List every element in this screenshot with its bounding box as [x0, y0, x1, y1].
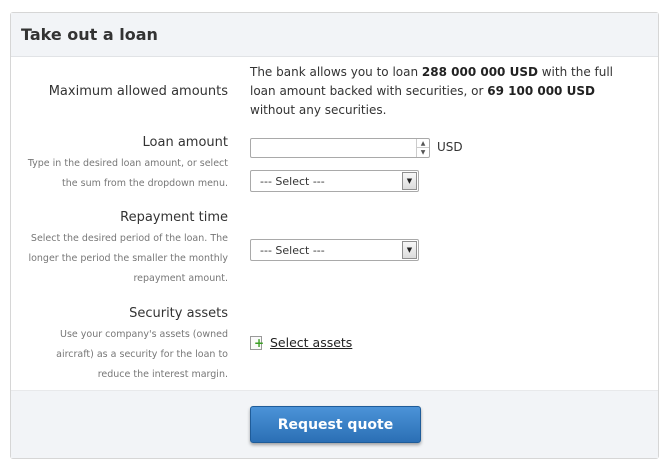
- repayment-help: Select the desired period of the loan. T…: [13, 229, 228, 289]
- security-help-line: aircraft) as a security for the loan to: [56, 349, 228, 360]
- security-label: Security assets: [129, 306, 228, 321]
- repayment-help-line: repayment amount.: [133, 273, 228, 284]
- loan-amount-select[interactable]: --- Select --- ▼: [250, 170, 419, 192]
- security-help-line: Use your company's assets (owned: [60, 329, 228, 340]
- panel-footer: Request quote: [11, 390, 658, 458]
- loan-panel: Take out a loan Maximum allowed amounts …: [10, 12, 659, 459]
- max-amounts-label: Maximum allowed amounts: [48, 84, 228, 99]
- chevron-down-icon[interactable]: ▼: [402, 241, 417, 259]
- repayment-select[interactable]: --- Select --- ▼: [250, 239, 419, 261]
- loan-amount-stepper[interactable]: ▲ ▼: [416, 139, 429, 157]
- stepper-up-icon[interactable]: ▲: [417, 139, 429, 148]
- select-assets-link[interactable]: Select assets: [250, 335, 352, 350]
- loan-amount-label: Loan amount: [142, 135, 228, 150]
- loan-amount-help: Type in the desired loan amount, or sele…: [13, 154, 228, 194]
- desc-text-1: The bank allows you to loan: [250, 65, 422, 79]
- chevron-down-icon[interactable]: ▼: [402, 172, 417, 190]
- add-document-icon: [250, 335, 264, 350]
- amount-partial: 69 100 000 USD: [487, 84, 595, 98]
- loan-amount-select-value: --- Select ---: [260, 174, 325, 188]
- repayment-label: Repayment time: [120, 210, 228, 225]
- repayment-help-line: longer the period the smaller the monthl…: [28, 253, 228, 264]
- select-assets-label[interactable]: Select assets: [270, 335, 352, 350]
- amount-full: 288 000 000 USD: [421, 65, 538, 79]
- loan-amount-help-line: Type in the desired loan amount, or sele…: [27, 158, 228, 169]
- loan-amount-help-line: the sum from the dropdown menu.: [62, 178, 228, 189]
- repayment-select-value: --- Select ---: [260, 243, 325, 257]
- max-amounts-description: The bank allows you to loan 288 000 000 …: [250, 63, 635, 120]
- security-help-line: reduce the interest margin.: [97, 369, 228, 380]
- desc-text-3: without any securities.: [250, 103, 387, 117]
- panel-header: Take out a loan: [11, 13, 658, 57]
- repayment-help-line: Select the desired period of the loan. T…: [30, 233, 228, 244]
- currency-unit: USD: [437, 140, 463, 154]
- request-quote-button[interactable]: Request quote: [250, 406, 421, 443]
- stepper-down-icon[interactable]: ▼: [417, 148, 429, 157]
- panel-title: Take out a loan: [21, 25, 158, 44]
- security-help: Use your company's assets (owned aircraf…: [13, 325, 228, 385]
- loan-amount-input[interactable]: ▲ ▼: [250, 138, 430, 158]
